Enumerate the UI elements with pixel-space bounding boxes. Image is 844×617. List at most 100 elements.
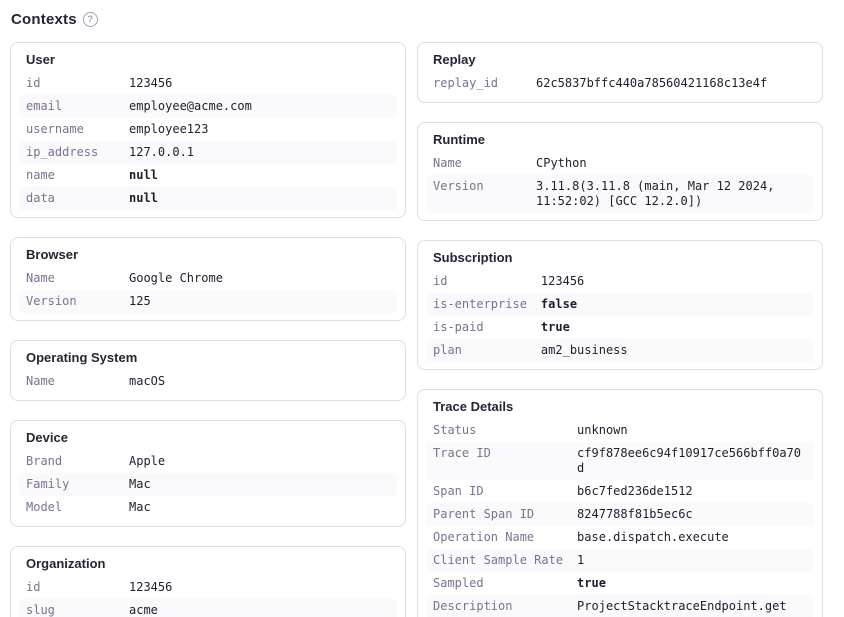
card-title: Runtime (426, 129, 814, 152)
context-value: base.dispatch.execute (570, 526, 814, 549)
context-value: macOS (122, 370, 397, 393)
context-row: Name macOS (19, 370, 397, 393)
context-key: id (19, 72, 122, 95)
context-row: username employee123 (19, 118, 397, 141)
context-card: Runtime Name CPython Version 3.11.8(3.11… (417, 122, 823, 221)
context-card: Operating System Name macOS (10, 340, 406, 401)
context-value: 3.11.8(3.11.8 (main, Mar 12 2024, 11:52:… (529, 175, 814, 213)
context-value: acme (122, 599, 397, 617)
context-row: is-enterprise false (426, 293, 814, 316)
context-value: employee123 (122, 118, 397, 141)
context-key: Name (19, 267, 122, 290)
context-key: Status (426, 419, 570, 442)
context-value: null (122, 187, 397, 210)
card-table: id 123456 is-enterprise false is-paid tr… (426, 270, 814, 362)
context-row: Sampled true (426, 572, 814, 595)
context-value: 127.0.0.1 (122, 141, 397, 164)
context-card: Browser Name Google Chrome Version 125 (10, 237, 406, 321)
context-card: Organization id 123456 slug acme (10, 546, 406, 617)
context-key: name (19, 164, 122, 187)
context-row: email employee@acme.com (19, 95, 397, 118)
context-key: ip_address (19, 141, 122, 164)
context-value: null (122, 164, 397, 187)
context-value: 125 (122, 290, 397, 313)
context-row: ip_address 127.0.0.1 (19, 141, 397, 164)
context-row: replay_id 62c5837bffc440a78560421168c13e… (426, 72, 814, 95)
context-row: plan am2_business (426, 339, 814, 362)
context-row: Version 125 (19, 290, 397, 313)
context-key: Name (19, 370, 122, 393)
card-table: Name CPython Version 3.11.8(3.11.8 (main… (426, 152, 814, 213)
context-value: 1 (570, 549, 814, 572)
card-title: Replay (426, 49, 814, 72)
context-row: id 123456 (426, 270, 814, 293)
context-key: username (19, 118, 122, 141)
card-table-body: Name Google Chrome Version 125 (19, 267, 397, 313)
card-table-body: id 123456 email employee@acme.com userna… (19, 72, 397, 210)
context-card: Trace Details Status unknown Trace ID cf… (417, 389, 823, 617)
card-table: Brand Apple Family Mac Model Mac (19, 450, 397, 519)
context-row: Name CPython (426, 152, 814, 175)
context-key: Name (426, 152, 529, 175)
context-key: id (19, 576, 122, 599)
context-value: 123456 (534, 270, 814, 293)
card-title: Trace Details (426, 396, 814, 419)
context-value: am2_business (534, 339, 814, 362)
context-value: true (534, 316, 814, 339)
context-key: is-enterprise (426, 293, 534, 316)
context-column-left: User id 123456 email employee@acme.com u… (10, 42, 406, 617)
card-title: Device (19, 427, 397, 450)
context-value: ProjectStacktraceEndpoint.get (570, 595, 814, 617)
context-key: Trace ID (426, 442, 570, 480)
context-card: Replay replay_id 62c5837bffc440a78560421… (417, 42, 823, 103)
context-row: Description ProjectStacktraceEndpoint.ge… (426, 595, 814, 617)
context-key: Span ID (426, 480, 570, 503)
card-title: Operating System (19, 347, 397, 370)
context-columns: User id 123456 email employee@acme.com u… (10, 42, 844, 617)
context-row: Model Mac (19, 496, 397, 519)
contexts-section: Contexts ? User id 123456 email employee… (0, 0, 844, 617)
context-value: false (534, 293, 814, 316)
context-row: id 123456 (19, 72, 397, 95)
context-value: b6c7fed236de1512 (570, 480, 814, 503)
card-table-body: replay_id 62c5837bffc440a78560421168c13e… (426, 72, 814, 95)
context-key: replay_id (426, 72, 529, 95)
context-row: name null (19, 164, 397, 187)
context-value: unknown (570, 419, 814, 442)
help-icon[interactable]: ? (83, 12, 98, 27)
card-table-body: Status unknown Trace ID cf9f878ee6c94f10… (426, 419, 814, 617)
context-row: Brand Apple (19, 450, 397, 473)
context-value: 8247788f81b5ec6c (570, 503, 814, 526)
context-row: Version 3.11.8(3.11.8 (main, Mar 12 2024… (426, 175, 814, 213)
context-column-right: Replay replay_id 62c5837bffc440a78560421… (417, 42, 823, 617)
section-header: Contexts ? (11, 11, 844, 28)
context-card: Device Brand Apple Family Mac Model Mac (10, 420, 406, 527)
context-key: Parent Span ID (426, 503, 570, 526)
context-key: Version (19, 290, 122, 313)
context-row: Name Google Chrome (19, 267, 397, 290)
context-value-link[interactable]: cf9f878ee6c94f10917ce566bff0a70d (570, 442, 814, 480)
context-row: Client Sample Rate 1 (426, 549, 814, 572)
context-row: Trace ID cf9f878ee6c94f10917ce566bff0a70… (426, 442, 814, 480)
card-title: Organization (19, 553, 397, 576)
context-row: id 123456 (19, 576, 397, 599)
context-key: Description (426, 595, 570, 617)
context-row: Span ID b6c7fed236de1512 (426, 480, 814, 503)
context-key: Sampled (426, 572, 570, 595)
context-row: Operation Name base.dispatch.execute (426, 526, 814, 549)
context-value: 62c5837bffc440a78560421168c13e4f (529, 72, 814, 95)
context-key: plan (426, 339, 534, 362)
card-table: id 123456 slug acme (19, 576, 397, 617)
context-value: CPython (529, 152, 814, 175)
context-key: Version (426, 175, 529, 213)
context-key: Operation Name (426, 526, 570, 549)
card-title: User (19, 49, 397, 72)
context-value: Apple (122, 450, 397, 473)
context-key: slug (19, 599, 122, 617)
context-key: Client Sample Rate (426, 549, 570, 572)
context-value: 123456 (122, 72, 397, 95)
context-value: Mac (122, 473, 397, 496)
context-key: is-paid (426, 316, 534, 339)
card-table-body: Brand Apple Family Mac Model Mac (19, 450, 397, 519)
card-table: Status unknown Trace ID cf9f878ee6c94f10… (426, 419, 814, 617)
